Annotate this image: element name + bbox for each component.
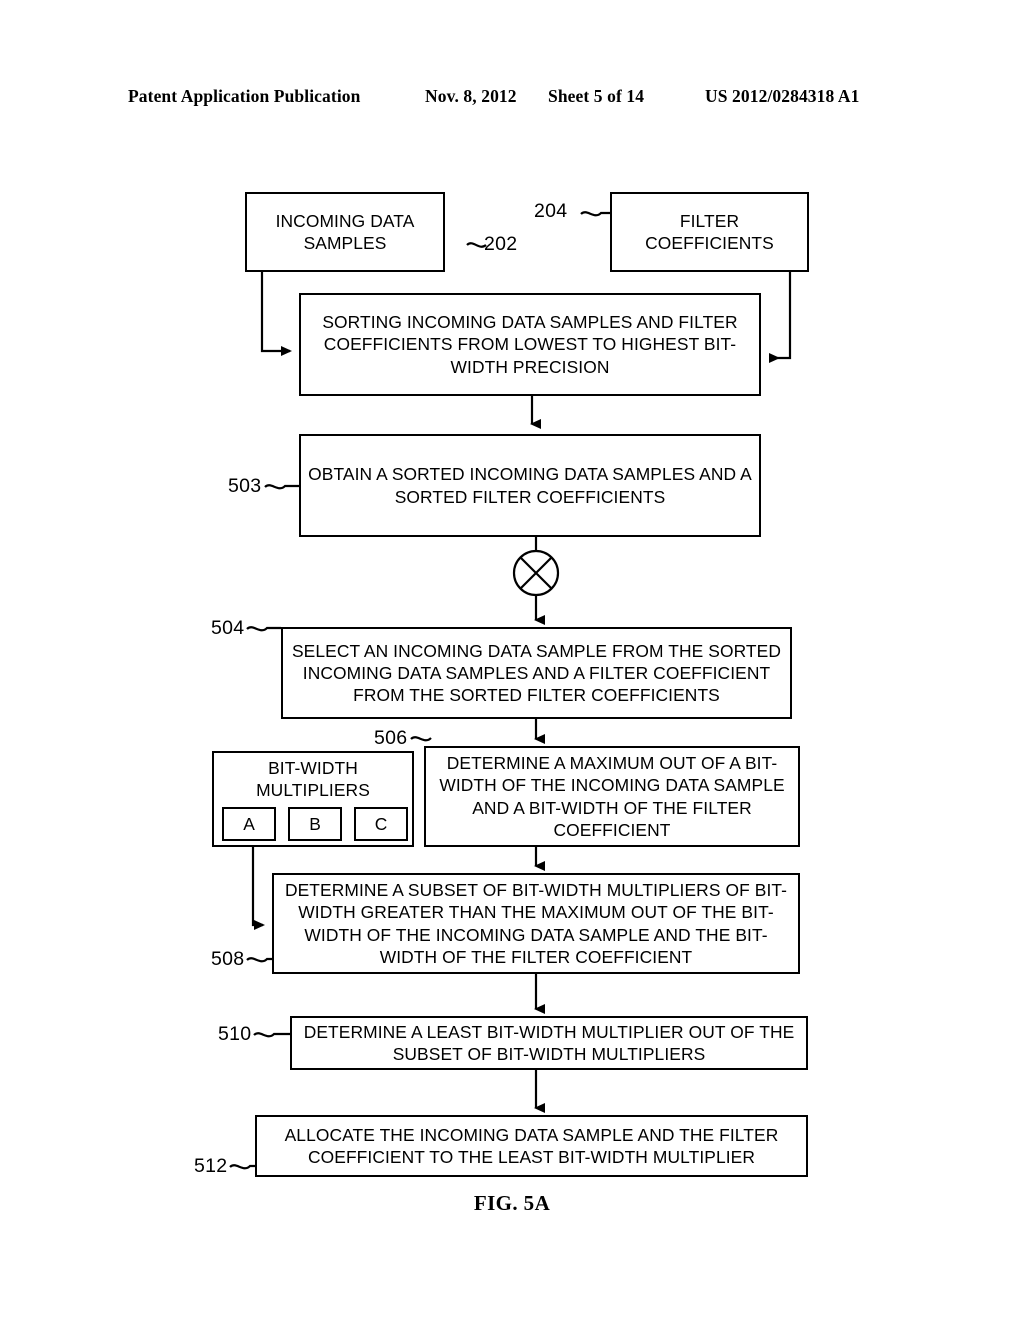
leader-508 <box>246 957 272 963</box>
box-determine-subset[interactable]: DETERMINE A SUBSET OF BIT-WIDTH MULTIPLI… <box>272 873 800 974</box>
box-bit-width-multipliers[interactable]: BIT-WIDTH MULTIPLIERS A B C <box>212 751 414 847</box>
box-obtain-sorted-label: OBTAIN A SORTED INCOMING DATA SAMPLES AN… <box>308 464 752 507</box>
leader-504 <box>246 626 281 632</box>
box-allocate[interactable]: ALLOCATE THE INCOMING DATA SAMPLE AND TH… <box>255 1115 808 1177</box>
reference-numeral-204: 204 <box>534 200 568 222</box>
wire-204-to-sorting <box>769 272 792 363</box>
box-filter-coefficients[interactable]: FILTER COEFFICIENTS <box>610 192 809 272</box>
wire-multipliers-to-508 <box>251 847 265 930</box>
box-incoming-data-samples-label: INCOMING DATA SAMPLES <box>275 210 415 253</box>
flowchart-figure: INCOMING DATA SAMPLES FILTER COEFFICIENT… <box>0 0 1024 1320</box>
figure-caption: FIG. 5A <box>473 1191 551 1215</box>
box-allocate-label: ALLOCATE THE INCOMING DATA SAMPLE AND TH… <box>284 1124 779 1167</box>
leader-503 <box>264 484 299 490</box>
box-determine-maximum-label: DETERMINE A MAXIMUM OUT OF A BIT-WIDTH O… <box>439 752 785 840</box>
box-select-sample[interactable]: SELECT AN INCOMING DATA SAMPLE FROM THE … <box>281 627 792 719</box>
box-incoming-data-samples[interactable]: INCOMING DATA SAMPLES <box>245 192 445 272</box>
box-bit-width-multipliers-label: BIT-WIDTH MULTIPLIERS <box>256 758 370 800</box>
wire-202-to-sorting <box>260 272 292 356</box>
circled-x-cross <box>519 556 553 590</box>
box-determine-maximum[interactable]: DETERMINE A MAXIMUM OUT OF A BIT-WIDTH O… <box>424 746 800 847</box>
box-determine-least-label: DETERMINE A LEAST BIT-WIDTH MULTIPLIER O… <box>303 1021 795 1064</box>
box-determine-least[interactable]: DETERMINE A LEAST BIT-WIDTH MULTIPLIER O… <box>290 1016 808 1070</box>
leader-512 <box>229 1164 255 1170</box>
reference-numeral-506: 506 <box>374 727 408 749</box>
multiplier-cell-c[interactable]: C <box>354 807 408 841</box>
circled-x-connector <box>512 549 560 597</box>
multiplier-cell-b[interactable]: B <box>288 807 342 841</box>
reference-numeral-508: 508 <box>211 948 245 970</box>
multiplier-cell-row: A B C <box>222 807 408 841</box>
reference-numeral-503: 503 <box>228 475 262 497</box>
box-determine-subset-label: DETERMINE A SUBSET OF BIT-WIDTH MULTIPLI… <box>284 879 788 967</box>
leader-510 <box>253 1032 290 1038</box>
leader-506 <box>410 736 432 742</box>
box-select-sample-label: SELECT AN INCOMING DATA SAMPLE FROM THE … <box>291 640 782 706</box>
leader-204 <box>580 211 610 217</box>
reference-numeral-512: 512 <box>194 1155 228 1177</box>
box-sorting[interactable]: SORTING INCOMING DATA SAMPLES AND FILTER… <box>299 293 761 396</box>
box-sorting-label: SORTING INCOMING DATA SAMPLES AND FILTER… <box>322 312 738 377</box>
box-obtain-sorted[interactable]: OBTAIN A SORTED INCOMING DATA SAMPLES AN… <box>299 434 761 537</box>
reference-numeral-202: 202 <box>484 233 518 255</box>
box-filter-coefficients-label: FILTER COEFFICIENTS <box>645 210 774 253</box>
reference-numeral-510: 510 <box>218 1023 252 1045</box>
multiplier-cell-a[interactable]: A <box>222 807 276 841</box>
reference-numeral-504: 504 <box>211 617 245 639</box>
